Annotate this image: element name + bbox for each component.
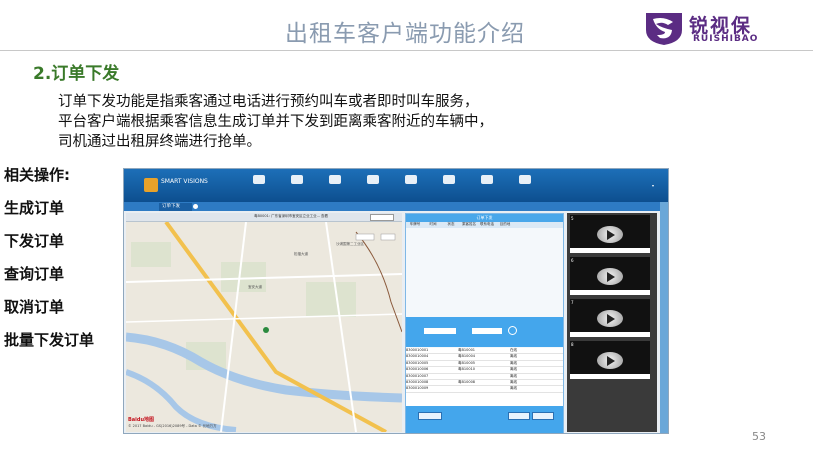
order-columns: 车牌号 时间 状态 乘客姓名 联系电话 目的地 bbox=[406, 222, 563, 228]
logo-text-en: RUISHIBAO bbox=[693, 34, 759, 44]
app-brand: SMART VISIONS bbox=[161, 178, 208, 185]
map-label: 松福大道 bbox=[294, 252, 308, 256]
video-slot[interactable]: 6 bbox=[570, 257, 650, 295]
nav-alarm-button[interactable] bbox=[439, 175, 459, 184]
generate-order-button[interactable] bbox=[418, 412, 442, 420]
nav-order-button[interactable] bbox=[325, 175, 345, 184]
operation-item: 批量下发订单 bbox=[4, 331, 95, 349]
car-icon bbox=[291, 175, 303, 184]
app-logo-icon bbox=[144, 178, 158, 192]
location-icon bbox=[367, 175, 379, 184]
video-slot[interactable]: 8 bbox=[570, 341, 650, 379]
column-header: 联系电话 bbox=[480, 222, 494, 226]
page-number: 53 bbox=[752, 430, 766, 443]
table-row[interactable]: 8300010009 离线 bbox=[406, 386, 563, 393]
video-slot-number: 6 bbox=[571, 258, 574, 263]
operation-item: 下发订单 bbox=[4, 232, 65, 250]
video-slot-number: 8 bbox=[571, 342, 574, 347]
vehicle-table: 8300010001 粤B10001 在线 8300010004 粤B10004 离线 … bbox=[406, 348, 563, 406]
search-icon[interactable] bbox=[508, 326, 517, 335]
tab-order-dispatch[interactable]: 订单下发 bbox=[159, 203, 192, 211]
dispatch-order-button[interactable] bbox=[508, 412, 530, 420]
map-address: 粤B0001: 广东省深圳市宝安区立业工业... 查看 bbox=[254, 214, 329, 218]
map-toolbar: 粤B0001: 广东省深圳市宝安区立业工业... 查看 bbox=[126, 213, 402, 222]
operation-item: 查询订单 bbox=[4, 265, 65, 283]
map-label: 宝安大道 bbox=[248, 285, 262, 289]
order-actions bbox=[406, 406, 563, 433]
app-topbar: SMART VISIONS ▾ bbox=[124, 169, 668, 202]
baidu-map-logo: Baidu地图 bbox=[128, 417, 155, 423]
status-select[interactable] bbox=[472, 328, 502, 334]
order-search-bar bbox=[406, 317, 563, 347]
operations-heading: 相关操作: bbox=[4, 166, 70, 184]
map-copyright: © 2017 Baidu - GS(2016)2089号 - Data © 长地… bbox=[128, 424, 217, 428]
map-select[interactable] bbox=[370, 214, 394, 221]
camera-icon bbox=[253, 175, 265, 184]
video-slot-number: 7 bbox=[571, 300, 574, 305]
side-scrollbar[interactable] bbox=[660, 202, 668, 433]
description-line: 司机通过出租屏终端进行抢单。 bbox=[58, 134, 261, 150]
ruishibao-logo: 锐视保 RUISHIBAO bbox=[643, 10, 803, 48]
description-line: 平台客户端根据乘客信息生成订单并下发到距离乘客附近的车辆中， bbox=[58, 114, 493, 130]
app-screenshot: SMART VISIONS ▾ 订单下发 粤B0001: 广东省深圳市宝安区立业… bbox=[123, 168, 669, 434]
column-header: 状态 bbox=[447, 222, 455, 226]
nav-video-button[interactable] bbox=[249, 175, 269, 184]
map-canvas[interactable]: 沙浦围第二工业区 宝安大道 松福大道 Baidu地图 © 2017 Baidu … bbox=[125, 220, 403, 433]
operation-item: 生成订单 bbox=[4, 199, 65, 217]
order-panel-header: 订单下发 bbox=[406, 214, 563, 222]
column-header: 时间 bbox=[429, 222, 437, 226]
map-roads bbox=[125, 220, 403, 433]
alarm-icon bbox=[443, 175, 455, 184]
nav-report-button[interactable] bbox=[477, 175, 497, 184]
column-header: 乘客姓名 bbox=[462, 222, 476, 226]
tab-bar: 订单下发 bbox=[124, 202, 668, 211]
nav-location-button[interactable] bbox=[363, 175, 383, 184]
video-slot[interactable]: 5 bbox=[570, 215, 650, 253]
operation-item: 取消订单 bbox=[4, 298, 65, 316]
settings-icon bbox=[519, 175, 531, 184]
order-panel: 订单下发 车牌号 时间 状态 乘客姓名 联系电话 目的地 8300010001 粤B1000… bbox=[405, 213, 564, 433]
video-slot[interactable]: 7 bbox=[570, 299, 650, 337]
video-panel: 5 6 7 8 bbox=[567, 213, 657, 432]
cancel-order-button[interactable] bbox=[532, 412, 554, 420]
video-slot-number: 5 bbox=[571, 216, 574, 221]
nav-settings-button[interactable] bbox=[515, 175, 535, 184]
section-heading: 2.订单下发 bbox=[33, 64, 120, 84]
slide-title: 出租车客户端功能介绍 bbox=[285, 21, 525, 47]
description-paragraph: 订单下发功能是指乘客通过电话进行预约叫车或者即时叫车服务， 平台客户端根据乘客信… bbox=[58, 92, 493, 152]
map-panel: 粤B0001: 广东省深圳市宝安区立业工业... 查看 沙浦围第二工业区 宝安大… bbox=[125, 213, 403, 433]
operations-list: 相关操作: 生成订单 下发订单 查询订单 取消订单 批量下发订单 bbox=[4, 164, 94, 362]
close-icon[interactable] bbox=[193, 204, 198, 209]
column-header: 车牌号 bbox=[409, 222, 421, 226]
user-menu[interactable]: ▾ bbox=[652, 183, 654, 188]
column-header: 目的地 bbox=[499, 222, 511, 226]
chart-icon bbox=[481, 175, 493, 184]
nav-playback-button[interactable] bbox=[401, 175, 421, 184]
nav-vehicle-button[interactable] bbox=[287, 175, 307, 184]
play-icon bbox=[405, 175, 417, 184]
title-rule bbox=[0, 50, 813, 51]
order-icon bbox=[329, 175, 341, 184]
logo-shield-icon bbox=[646, 13, 682, 45]
map-label: 沙浦围第二工业区 bbox=[336, 242, 364, 246]
search-input[interactable] bbox=[424, 328, 456, 334]
description-line: 订单下发功能是指乘客通过电话进行预约叫车或者即时叫车服务， bbox=[58, 94, 479, 110]
